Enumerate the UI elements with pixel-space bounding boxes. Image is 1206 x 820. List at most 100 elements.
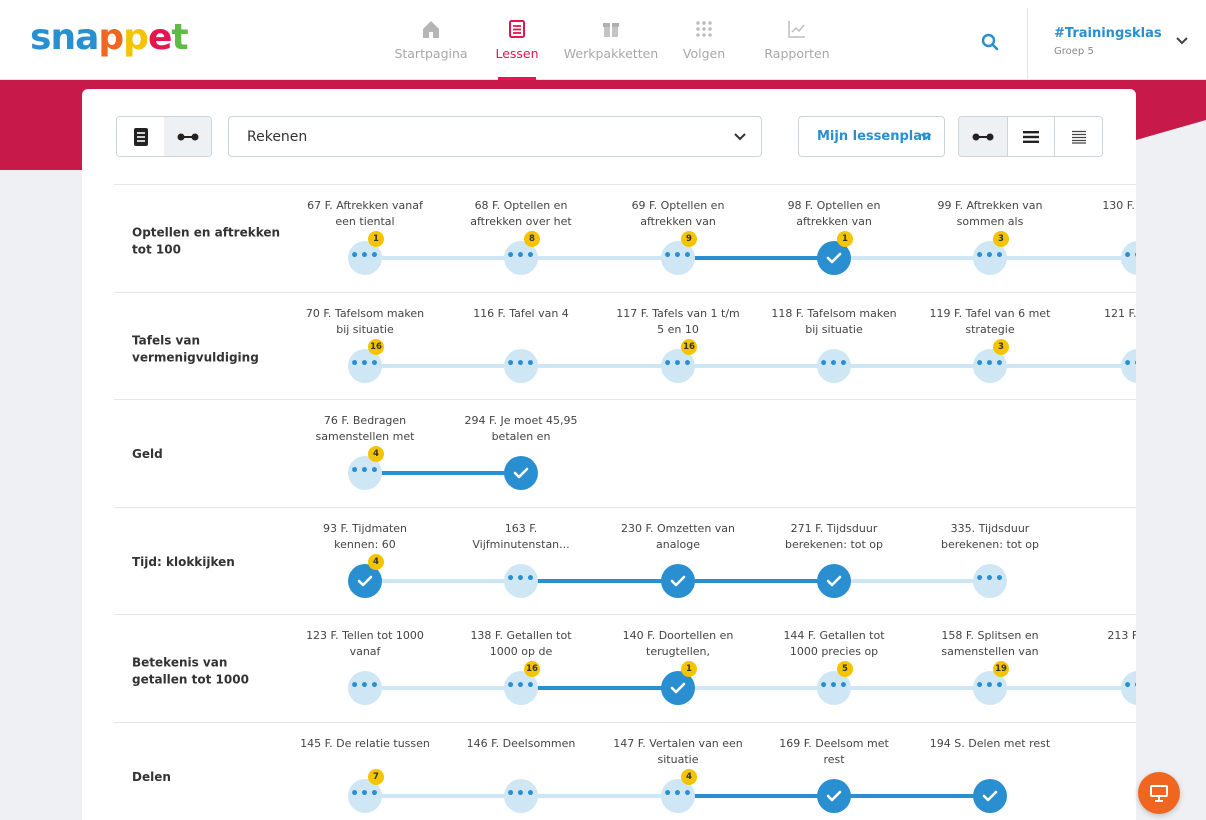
lesson-title[interactable]: 68 F. Optellen en aftrekken over het bbox=[456, 198, 586, 230]
learning-line-title: Delen bbox=[132, 769, 171, 784]
more-icon: ••• bbox=[350, 248, 380, 264]
progress-track bbox=[365, 686, 521, 690]
lesson-title[interactable]: 93 F. Tijdmaten kennen: 60 bbox=[300, 521, 430, 553]
logo-letter: s bbox=[30, 17, 51, 58]
lesson-title[interactable]: 335. Tijdsduur berekenen: tot op bbox=[925, 521, 1055, 553]
lesson-title[interactable]: 116 F. Tafel van 4 bbox=[456, 306, 586, 322]
lesson-count-badge: 9 bbox=[681, 231, 697, 247]
lesson-count-badge: 4 bbox=[681, 768, 697, 785]
path-mode-button[interactable] bbox=[164, 117, 211, 156]
lesson-plan-dropdown[interactable]: Mijn lessenplan bbox=[798, 116, 945, 157]
lesson-count-badge: 16 bbox=[524, 661, 540, 677]
nav-werkpakketten[interactable]: Werkpakketten bbox=[560, 0, 662, 80]
lesson-title[interactable]: 121 F. T met bbox=[1073, 306, 1136, 322]
nav-startpagina[interactable]: Startpagina bbox=[388, 0, 474, 80]
learning-line-title: Betekenis van getallen tot 1000 bbox=[132, 655, 249, 687]
lesson-done-node[interactable] bbox=[817, 563, 851, 598]
nav-rapporten[interactable]: Rapporten bbox=[746, 0, 848, 80]
lesson-pending-node[interactable]: ••• bbox=[1121, 671, 1136, 705]
chart-icon bbox=[788, 21, 805, 38]
lesson-pending-node[interactable]: ••• bbox=[1121, 241, 1136, 275]
lesson-title[interactable]: 145 F. De relatie tussen bbox=[300, 736, 430, 752]
checkmark-icon bbox=[357, 575, 373, 586]
lesson-title[interactable]: 67 F. Aftrekken vanaf een tiental bbox=[300, 198, 430, 230]
more-icon: ••• bbox=[975, 678, 1005, 694]
progress-track bbox=[678, 578, 834, 583]
progress-track bbox=[521, 793, 678, 798]
lesson-plan-label: Mijn lessenplan bbox=[817, 129, 932, 144]
lesson-done-node[interactable] bbox=[661, 563, 695, 598]
lesson-title[interactable]: 158 F. Splitsen en samenstellen van bbox=[925, 628, 1055, 660]
more-icon: ••• bbox=[663, 785, 693, 802]
snappet-logo[interactable]: snappet bbox=[30, 17, 189, 58]
learning-line-row: Tijd: klokkijken 93 F. Tijdmaten kennen: … bbox=[114, 506, 1136, 615]
lesson-pending-node[interactable]: ••• bbox=[348, 671, 382, 705]
progress-track bbox=[678, 256, 834, 260]
lesson-done-node[interactable] bbox=[973, 778, 1007, 813]
lesson-title[interactable]: 123 F. Tellen tot 1000 vanaf bbox=[300, 628, 430, 660]
progress-track bbox=[834, 793, 990, 798]
more-icon: ••• bbox=[663, 355, 693, 372]
progress-track bbox=[678, 793, 834, 798]
checkmark-icon bbox=[513, 467, 529, 479]
lesson-count-badge: 3 bbox=[993, 338, 1009, 355]
view-path-button[interactable] bbox=[959, 117, 1007, 156]
toolbar: Rekenen Mijn lessenplan bbox=[82, 89, 1136, 184]
lesson-title[interactable]: 117 F. Tafels van 1 t/m 5 en 10 bbox=[613, 306, 743, 338]
class-name[interactable]: #Trainingsklas bbox=[1054, 26, 1162, 41]
progress-track bbox=[990, 256, 1136, 260]
lesson-title[interactable]: 70 F. Tafelsom maken bij situatie bbox=[300, 306, 430, 338]
lesson-title[interactable]: 271 F. Tijdsduur berekenen: tot op bbox=[769, 521, 899, 553]
nav-lessen[interactable]: Lessen bbox=[474, 0, 560, 80]
lesson-title[interactable]: 194 S. Delen met rest bbox=[925, 736, 1055, 752]
learning-line-title: Tijd: klokkijken bbox=[132, 554, 235, 569]
list-mode-button[interactable] bbox=[117, 117, 164, 156]
progress-track bbox=[521, 686, 678, 690]
learning-line-row: Tafels van vermenigvuldiging 70 F. Tafels… bbox=[114, 291, 1136, 400]
lesson-pending-node[interactable]: ••• bbox=[504, 563, 538, 598]
more-icon: ••• bbox=[663, 248, 693, 264]
main-nav: Startpagina Lessen Werkpakketten Volgen … bbox=[388, 0, 848, 80]
lesson-pending-node[interactable]: ••• bbox=[504, 778, 538, 813]
chevron-down-icon[interactable] bbox=[1175, 36, 1189, 46]
lesson-title[interactable]: 130 F. 3 uit h bbox=[1073, 198, 1136, 214]
lesson-title[interactable]: 146 F. Deelsommen bbox=[456, 736, 586, 752]
lesson-title[interactable]: 294 F. Je moet 45,95 betalen en bbox=[456, 413, 586, 445]
lesson-pending-node[interactable]: ••• bbox=[504, 348, 538, 383]
logo-letter: n bbox=[50, 17, 76, 58]
view-compact-button[interactable] bbox=[1054, 117, 1102, 156]
lesson-pending-node[interactable]: ••• bbox=[973, 563, 1007, 598]
lesson-title[interactable]: 138 F. Getallen tot 1000 op de bbox=[456, 628, 586, 660]
lesson-title[interactable]: 69 F. Optellen en aftrekken van bbox=[613, 198, 743, 230]
nav-volgen[interactable]: Volgen bbox=[662, 0, 746, 80]
lesson-title[interactable]: 163 F. Vijfminutenstan... bbox=[456, 521, 586, 553]
lesson-done-node[interactable] bbox=[817, 778, 851, 813]
more-icon: ••• bbox=[819, 355, 849, 372]
search-icon[interactable] bbox=[980, 32, 1000, 52]
lesson-pending-node[interactable]: ••• bbox=[1121, 348, 1136, 383]
lesson-title[interactable]: 76 F. Bedragen samenstellen met bbox=[300, 413, 430, 445]
subject-dropdown[interactable]: Rekenen bbox=[228, 116, 762, 157]
lessons-card: Rekenen Mijn lessenplan Optellen en aftr… bbox=[82, 89, 1136, 820]
lesson-title[interactable]: 99 F. Aftrekken van sommen als bbox=[925, 198, 1055, 230]
lesson-title[interactable]: 140 F. Doortellen en terugtellen, bbox=[613, 628, 743, 660]
lesson-pending-node[interactable]: ••• bbox=[817, 348, 851, 383]
lesson-title[interactable]: 144 F. Getallen tot 1000 precies op bbox=[769, 628, 899, 660]
lesson-title[interactable]: 230 F. Omzetten van analoge bbox=[613, 521, 743, 553]
lesson-done-node[interactable] bbox=[504, 456, 538, 490]
lesson-count-badge: 1 bbox=[368, 231, 384, 247]
lesson-title[interactable]: 119 F. Tafel van 6 met strategie bbox=[925, 306, 1055, 338]
logo-letter: e bbox=[147, 17, 172, 58]
more-icon: ••• bbox=[350, 678, 380, 694]
presentation-button[interactable] bbox=[1138, 772, 1180, 814]
lesson-title[interactable]: 147 F. Vertalen van een situatie bbox=[613, 736, 743, 768]
progress-track bbox=[365, 793, 521, 798]
learning-line-row: Delen 145 F. De relatie tussen ••• 7 146 F. … bbox=[114, 721, 1136, 820]
lesson-title[interactable]: 213 F. welk bbox=[1073, 628, 1136, 644]
lesson-title[interactable]: 98 F. Optellen en aftrekken van bbox=[769, 198, 899, 230]
lesson-title[interactable]: 118 F. Tafelsom maken bij situatie bbox=[769, 306, 899, 338]
more-icon: ••• bbox=[350, 463, 380, 479]
lesson-title[interactable]: 169 F. Deelsom met rest bbox=[769, 736, 899, 768]
progress-track bbox=[365, 256, 521, 260]
view-list-button[interactable] bbox=[1006, 117, 1055, 156]
